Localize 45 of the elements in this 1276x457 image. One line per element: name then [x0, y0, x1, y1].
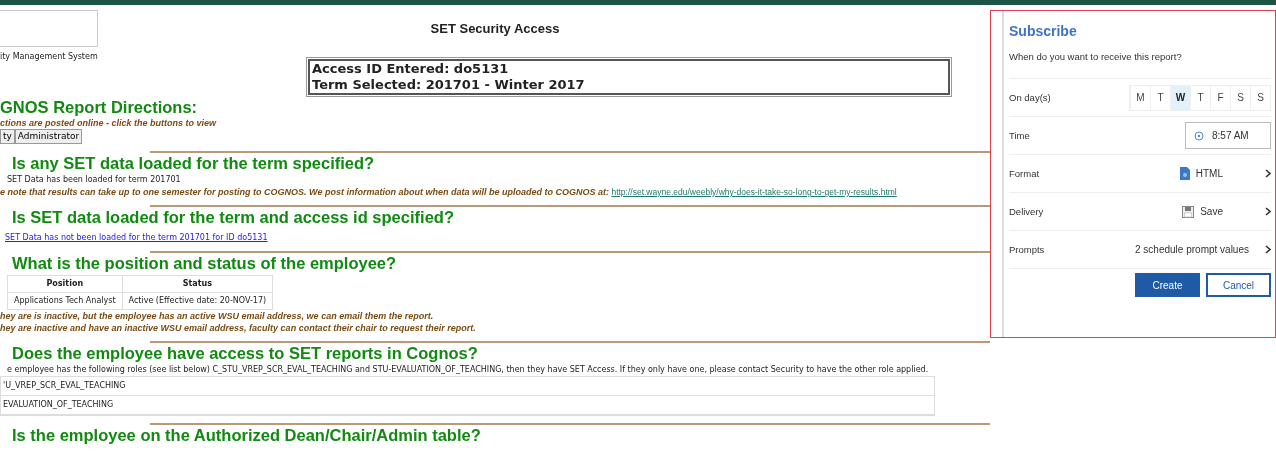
section-heading: Is any SET data loaded for the term specified?	[11, 154, 376, 173]
prompt-values-link[interactable]: 2 schedule prompt values	[1135, 242, 1249, 258]
field-label: Time	[1009, 128, 1030, 143]
role-row: 'U_VREP_SCR_EVAL_TEACHING	[1, 377, 934, 396]
access-info-line: Access ID Entered: do5131	[312, 61, 510, 77]
section-heading: Is the employee on the Authorized Dean/Chair/Admin table?	[11, 426, 482, 445]
cancel-button[interactable]: Cancel	[1206, 273, 1271, 298]
panel-question: When do you want to receive this report?	[1009, 50, 1271, 80]
section-heading: Does the employee have access to SET reports in Cognos?	[11, 344, 479, 363]
clock-icon	[1194, 130, 1204, 141]
directions-note: ctions are posted online - click the buttons to view	[0, 117, 218, 129]
field-label: On day(s)	[1009, 90, 1051, 105]
directions-button[interactable]: Administrator	[14, 129, 83, 144]
note-text: e note that results can take up to one semester for posting to COGNOS. We post information about when data will be uploaded to COGNOS at: http://set.wayne.edu/weebly/why-does-it-take-so-long-to-get-my-results.html	[0, 186, 898, 198]
url-link[interactable]: http://set.wayne.edu/weebly/why-does-it-take-so-long-to-get-my-results.html	[611, 187, 897, 197]
panel-title: Subscribe	[1009, 22, 1078, 41]
document-icon	[1179, 167, 1190, 181]
role-row: EVALUATION_OF_TEACHING	[1, 396, 934, 415]
access-info-line: Term Selected: 201701 - Winter 2017	[312, 77, 586, 93]
chevron-right-icon	[1265, 169, 1271, 179]
section-heading: Is SET data loaded for the term and access id specified?	[11, 208, 455, 227]
info-text: SET Data has been loaded for term 201701	[6, 174, 182, 186]
table-cell: Applications Tech Analyst	[7, 292, 123, 310]
column-header: Position	[7, 275, 123, 293]
directions-button[interactable]: ty	[0, 129, 15, 144]
time-field[interactable]: 8:57 AM	[1185, 122, 1271, 150]
option-value[interactable]: Save	[1200, 204, 1223, 220]
info-text: e employee has the following roles (see list below) C_STU_VREP_SCR_EVAL_TEACHING and STU-EVALUATION_OF_TEACHING, then they have SET Access. If they only have one, please contact Security to have the other role applied.	[6, 364, 930, 376]
note-text: hey are is inactive, but the employee has an active WSU email address, we can email them the report.	[0, 310, 435, 322]
field-label: Format	[1009, 166, 1040, 181]
note-text: hey are inactive and have an inactive WSU email address, faculty can contact their chair to request their report.	[0, 322, 477, 334]
day-toggle[interactable]: W	[1170, 85, 1190, 110]
field-label: Delivery	[1009, 204, 1044, 219]
logo-caption: ity Management System	[0, 51, 99, 63]
page-title: SET Security Access	[429, 20, 561, 38]
option-value[interactable]: HTML	[1195, 166, 1223, 182]
column-header: Status	[122, 275, 273, 293]
status-link[interactable]: SET Data has not been loaded for the term 201701 for ID do5131	[0, 231, 990, 244]
chevron-right-icon	[1265, 245, 1271, 255]
chevron-right-icon	[1265, 207, 1271, 217]
table-cell: Active (Effective date: 20-NOV-17)	[122, 292, 273, 310]
field-label: Prompts	[1009, 242, 1045, 257]
section-heading: GNOS Report Directions:	[0, 98, 199, 117]
section-heading: What is the position and status of the employee?	[11, 254, 398, 273]
create-button[interactable]: Create	[1135, 273, 1200, 298]
